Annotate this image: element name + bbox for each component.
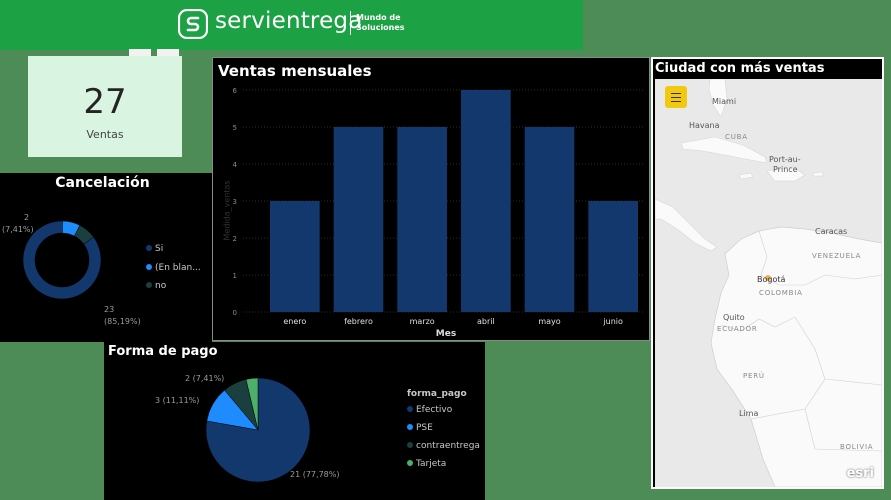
legend-item-efectivo[interactable]: Efectivo	[407, 405, 452, 415]
ventas-mensuales-panel[interactable]: Ventas mensuales 0 1 2 3 4 5 6 enero febrero marz…	[212, 57, 650, 341]
logo-divider	[350, 11, 351, 35]
legend-dot-blank	[146, 264, 152, 270]
cancelacion-panel[interactable]: Cancelación 2 (7,41%) 23 (85,19%) Si (En…	[0, 173, 212, 342]
map-country-ecuador: ECUADOR	[717, 325, 758, 333]
legend-item-no[interactable]: no	[146, 281, 166, 291]
legend-dot-si	[146, 245, 152, 251]
legend-label-pse: PSE	[416, 423, 433, 433]
map-country-colombia: COLOMBIA	[759, 289, 803, 297]
ventas-xtick-label: abril	[477, 317, 495, 326]
legend-item-si[interactable]: Si	[146, 244, 163, 254]
ventas-xtick-label: febrero	[344, 317, 373, 326]
ventas-ytick-label: 2	[233, 235, 237, 243]
pago-efectivo-label: 21 (77,78%)	[290, 470, 340, 479]
legend-label-si: Si	[155, 244, 164, 254]
ventas-ytick-label: 0	[233, 309, 237, 317]
ventas-bar-marzo[interactable]	[397, 127, 447, 312]
brand-name: servientrega	[215, 8, 363, 34]
ventas-ytick-label: 3	[233, 198, 237, 206]
ventas-xtick-label: mayo	[538, 317, 560, 326]
ventas-bar-febrero[interactable]	[333, 127, 384, 312]
cancel-si-count: 23	[104, 305, 115, 314]
map-canvas[interactable]: Miami Havana CUBA Port-au- Prince Caraca…	[655, 79, 882, 487]
servientrega-logo-icon	[178, 9, 208, 39]
legend-label-blank: (En blan...	[155, 263, 201, 273]
ventas-ylabel: Medida_ventas	[222, 180, 232, 241]
ciudad-ventas-map-panel[interactable]: Ciudad con más ventas Miami Havana CUBA …	[651, 57, 884, 489]
tagline-line-2: Soluciones	[356, 23, 405, 32]
ventas-bar-mayo[interactable]	[524, 127, 575, 312]
cancel-si-pct: (85,19%)	[104, 317, 141, 326]
kpi-value: 27	[83, 82, 127, 122]
map-city-port-au-prince-1: Port-au-	[769, 155, 801, 164]
legend-label-efectivo: Efectivo	[416, 405, 453, 415]
legend-item-tarjeta[interactable]: Tarjeta	[407, 459, 446, 469]
brand-tagline: Mundo de Soluciones	[356, 13, 405, 33]
legend-dot-tarjeta	[407, 460, 413, 466]
ventas-bar-enero[interactable]	[270, 201, 320, 312]
map-city-caracas: Caracas	[815, 227, 848, 236]
kpi-label: Ventas	[86, 128, 124, 141]
map-country-venezuela: VENEZUELA	[812, 252, 862, 260]
map-city-port-au-prince-2: Prince	[773, 165, 798, 174]
map-city-lima: Lima	[739, 409, 759, 418]
map-city-quito: Quito	[723, 313, 745, 322]
legend-item-pse[interactable]: PSE	[407, 423, 433, 433]
ventas-xlabel: Mes	[435, 329, 457, 339]
ventas-bar-abril[interactable]	[461, 90, 511, 312]
legend-item-contraentrega[interactable]: contraentrega	[407, 441, 480, 451]
map-city-bogota: Bogotá	[757, 275, 786, 284]
legend-item-blank[interactable]: (En blan...	[146, 263, 201, 273]
ventas-ytick-label: 4	[233, 161, 238, 169]
map-country-bolivia: BOLIVIA	[840, 443, 874, 451]
forma-pago-panel[interactable]: Forma de pago 2 (7,41%) 3 (11,11%) 21 (7…	[104, 342, 485, 500]
ventas-ytick-label: 5	[233, 124, 237, 132]
pago-pse-label: 3 (11,11%)	[155, 396, 200, 405]
tagline-line-1: Mundo de	[356, 13, 401, 22]
esri-attribution[interactable]: esri	[847, 466, 874, 481]
ventas-xtick-label: junio	[602, 317, 623, 326]
map-country-peru: PERÚ	[743, 372, 765, 380]
ventas-ytick-label: 1	[233, 272, 237, 280]
filter-tab-1[interactable]	[129, 49, 151, 56]
ventas-bar-chart[interactable]: 0 1 2 3 4 5 6 enero febrero marzo abril mayo junio	[213, 58, 649, 340]
cancel-blank-pct: (7,41%)	[2, 225, 34, 234]
map-country-cuba: CUBA	[725, 133, 748, 141]
legend-dot-contraentrega	[407, 442, 413, 448]
map-title: Ciudad con más ventas	[655, 61, 825, 76]
legend-label-contraentrega: contraentrega	[416, 441, 480, 451]
legend-label-no: no	[155, 281, 167, 291]
cancel-blank-count: 2	[24, 213, 30, 222]
legend-dot-efectivo	[407, 406, 413, 412]
legend-dot-pse	[407, 424, 413, 430]
app-header: servientrega Mundo de Soluciones	[0, 0, 583, 50]
ventas-xtick-label: enero	[283, 317, 306, 326]
legend-dot-no	[146, 282, 152, 288]
pago-contra-label: 2 (7,41%)	[185, 374, 225, 383]
ventas-xtick-label: marzo	[410, 317, 435, 326]
map-city-miami: Miami	[712, 97, 737, 106]
map-city-havana: Havana	[689, 121, 720, 130]
legend-label-tarjeta: Tarjeta	[416, 459, 447, 469]
ventas-kpi-card[interactable]: 27 Ventas	[28, 56, 182, 157]
pago-legend-title: forma_pago	[407, 389, 467, 399]
ventas-bar-junio[interactable]	[588, 201, 638, 312]
ventas-ytick-label: 6	[233, 87, 238, 95]
map-menu-button[interactable]	[665, 86, 687, 108]
filter-tab-2[interactable]	[157, 49, 179, 56]
